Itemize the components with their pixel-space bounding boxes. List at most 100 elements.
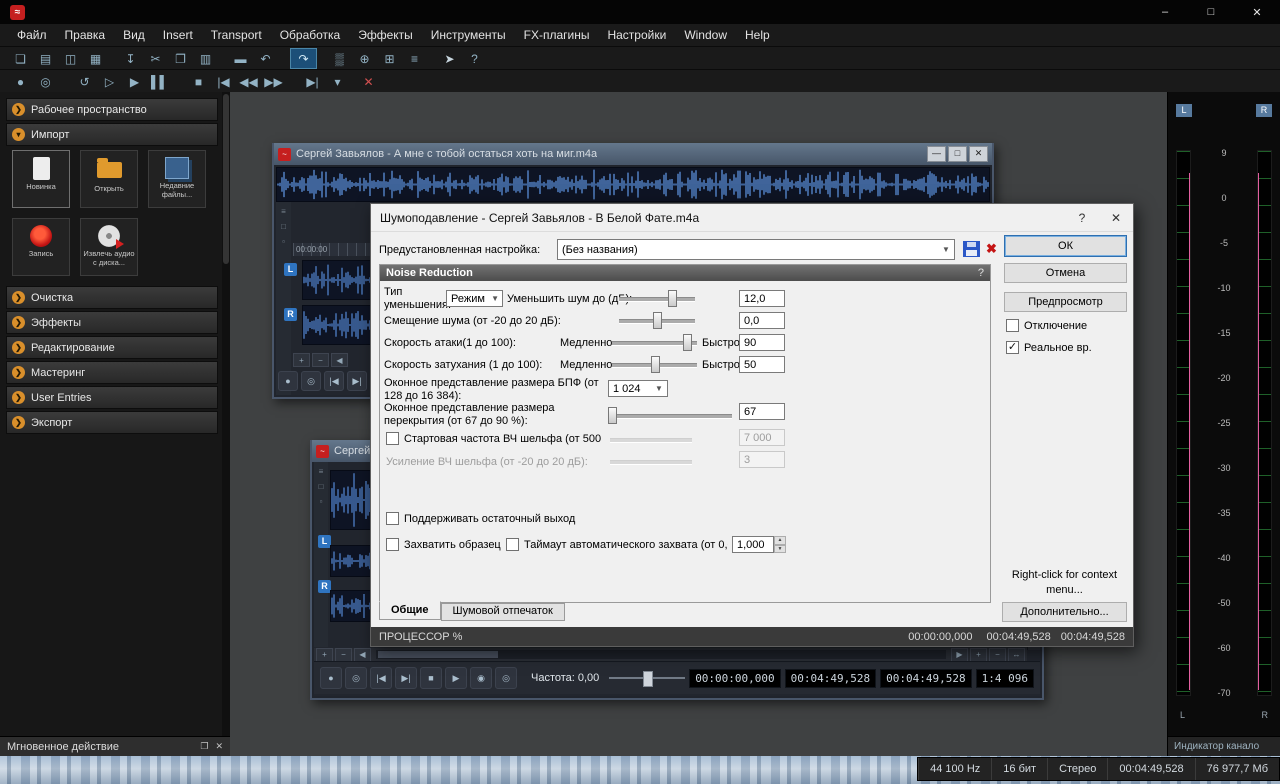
tile-recent-files[interactable]: Недавние файлы... — [148, 150, 206, 208]
doc1-right-channel-wave[interactable] — [302, 305, 374, 345]
close-panel-icon[interactable]: ✕ — [215, 741, 223, 752]
attack-value-input[interactable]: 90 — [739, 334, 785, 351]
tile-record[interactable]: Запись — [12, 218, 70, 276]
tile-extract-audio[interactable]: Извлечь аудио с диска... — [80, 218, 138, 276]
forward-icon[interactable]: ▶▶ — [261, 73, 286, 92]
tool-icon[interactable]: □ — [319, 482, 324, 491]
menu-item[interactable]: Настройки — [598, 28, 675, 42]
tile-new[interactable]: Новинка — [12, 150, 70, 208]
doc1-loop-icon[interactable]: ◎ — [301, 371, 321, 391]
realtime-checkbox[interactable]: ✓ — [1006, 341, 1019, 354]
more-button[interactable]: Дополнительно... — [1002, 602, 1127, 622]
bypass-checkbox[interactable] — [1006, 319, 1019, 332]
app-close-button[interactable]: ✕ — [1234, 0, 1280, 24]
scroll-button[interactable]: + — [970, 648, 987, 662]
doc1-right-channel-badge[interactable]: R — [284, 308, 297, 321]
attack-slider[interactable] — [612, 334, 697, 351]
doc2-monitor-icon[interactable]: ◎ — [495, 667, 517, 689]
rewind-icon[interactable]: ◀◀ — [236, 73, 261, 92]
menu-item[interactable]: Файл — [8, 28, 56, 42]
dialog-titlebar[interactable]: Шумоподавление - Сергей Завьялов - В Бел… — [371, 204, 1133, 232]
zoom-button[interactable]: − — [312, 353, 329, 367]
doc1-go-end-icon[interactable]: ▶| — [347, 371, 367, 391]
new-file-icon[interactable]: ❏ — [8, 49, 33, 68]
menu-item[interactable]: Transport — [202, 28, 271, 42]
play-all-icon[interactable]: ▷ — [97, 73, 122, 92]
tool-icon[interactable]: □ — [281, 222, 286, 231]
doc1-go-start-icon[interactable]: |◀ — [324, 371, 344, 391]
delete-marker-icon[interactable]: ✕ — [356, 73, 381, 92]
scroll-button[interactable]: ↔ — [1008, 648, 1025, 662]
tab-general[interactable]: Общие — [379, 601, 441, 620]
sidebar-section[interactable]: ❯ Экспорт — [6, 411, 218, 434]
save-preset-button[interactable] — [963, 241, 980, 257]
save-file-icon[interactable]: ◫ — [58, 49, 83, 68]
open-file-icon[interactable]: ▤ — [33, 49, 58, 68]
snap-grid-icon[interactable]: ⊞ — [377, 49, 402, 68]
frequency-slider[interactable] — [609, 671, 685, 685]
doc2-go-start-icon[interactable]: |◀ — [370, 667, 392, 689]
slider-thumb[interactable] — [683, 334, 692, 351]
slider-thumb[interactable] — [668, 290, 677, 307]
zoom-button[interactable]: ◀ — [331, 353, 348, 367]
doc2-loop-icon[interactable]: ◎ — [345, 667, 367, 689]
meters-caption[interactable]: Индикатор канало — [1168, 736, 1280, 756]
insert-marker-icon[interactable]: ▾ — [325, 73, 350, 92]
doc2-wave-thumb-1[interactable] — [330, 470, 374, 530]
capture-noiseprint-checkbox[interactable] — [386, 538, 399, 551]
menu-item[interactable]: Insert — [154, 28, 202, 42]
preview-button[interactable]: Предпросмотр — [1004, 292, 1127, 312]
tool-icon[interactable]: ▫ — [282, 237, 285, 246]
timeout-value-input[interactable]: 1,000 — [732, 536, 774, 553]
doc1-titlebar[interactable]: ~ Сергей Завьялов - А мне с тобой остать… — [274, 143, 992, 165]
event-list-icon[interactable]: ≡ — [402, 49, 427, 68]
fft-size-combo[interactable]: 1 024 ▼ — [608, 380, 668, 397]
ok-button[interactable]: ОК — [1004, 235, 1127, 257]
slider-thumb[interactable] — [608, 407, 617, 424]
release-value-input[interactable]: 50 — [739, 356, 785, 373]
sidebar-section[interactable]: ❯ User Entries — [6, 386, 218, 409]
menu-item[interactable]: Правка — [56, 28, 115, 42]
doc2-horizontal-scrollbar[interactable]: +−◀ ▶+−↔ — [314, 648, 1027, 661]
offset-slider[interactable] — [619, 312, 695, 329]
tab-noiseprint[interactable]: Шумовой отпечаток — [441, 603, 565, 621]
tool-icon[interactable]: ≡ — [319, 467, 324, 476]
go-to-end-icon[interactable]: ▶| — [300, 73, 325, 92]
zoom-tool-icon[interactable]: ⊕ — [352, 49, 377, 68]
record-icon[interactable]: ● — [8, 73, 33, 92]
save-as-icon[interactable]: ▦ — [83, 49, 108, 68]
sidebar-scrollbar[interactable] — [222, 92, 230, 737]
scrollbar-thumb[interactable] — [378, 651, 498, 658]
render-as-icon[interactable]: ↧ — [118, 49, 143, 68]
pause-icon[interactable]: ▌▌ — [147, 73, 172, 92]
slider-track[interactable] — [619, 297, 695, 302]
slider-thumb[interactable] — [643, 671, 653, 687]
restart-icon[interactable]: ↺ — [72, 73, 97, 92]
restore-panel-icon[interactable]: ❐ — [200, 741, 208, 752]
sidebar-section-import[interactable]: ▾ Импорт — [6, 123, 218, 146]
sidebar-section[interactable]: ❯ Мастеринг — [6, 361, 218, 384]
spin-down-icon[interactable]: ▼ — [774, 545, 786, 554]
stop-icon[interactable]: ■ — [186, 73, 211, 92]
reduce-value-input[interactable]: 12,0 — [739, 290, 785, 307]
spin-up-icon[interactable]: ▲ — [774, 536, 786, 545]
doc2-record-icon[interactable]: ● — [320, 667, 342, 689]
scroll-button[interactable]: ▶ — [951, 648, 968, 662]
doc1-close-button[interactable]: ✕ — [969, 146, 988, 162]
menu-item[interactable]: FX-плагины — [515, 28, 599, 42]
doc1-waveform-overview[interactable] — [276, 167, 990, 202]
redo-icon[interactable]: ↷ — [290, 48, 317, 69]
scroll-button[interactable]: − — [335, 648, 352, 662]
cancel-button[interactable]: Отмена — [1004, 263, 1127, 283]
app-maximize-button[interactable]: □ — [1188, 0, 1234, 24]
tool-icon[interactable]: ▫ — [320, 497, 323, 506]
doc2-right-channel-wave[interactable] — [330, 590, 374, 622]
scrollbar-thumb[interactable] — [223, 94, 229, 264]
app-minimize-button[interactable]: – — [1142, 0, 1188, 24]
tool-icon[interactable]: ≡ — [281, 207, 286, 216]
zoom-button[interactable]: + — [293, 353, 310, 367]
menu-item[interactable]: Window — [675, 28, 736, 42]
trim-icon[interactable]: ▬ — [228, 49, 253, 68]
spectrum-view-icon[interactable]: ▒ — [327, 49, 352, 68]
reduce-slider[interactable] — [619, 290, 695, 307]
